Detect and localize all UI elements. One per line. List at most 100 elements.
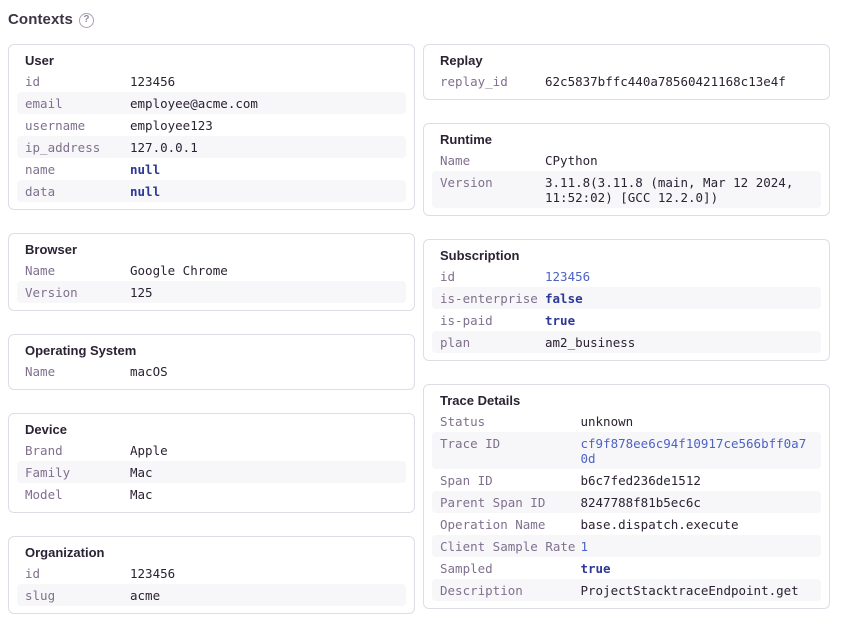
context-row: namenull <box>17 158 406 180</box>
context-key: Parent Span ID <box>432 491 580 513</box>
card-title: User <box>17 52 406 69</box>
context-value: null <box>130 158 406 180</box>
context-card-operating-system: Operating System NamemacOS <box>8 334 415 390</box>
help-icon[interactable]: ? <box>79 13 94 28</box>
context-key: Status <box>432 410 580 432</box>
card-title: Runtime <box>432 131 821 148</box>
context-card-replay: Replay replay_id62c5837bffc440a785604211… <box>423 44 830 100</box>
context-key: Client Sample Rate <box>432 535 580 557</box>
context-card-runtime: Runtime NameCPythonVersion3.11.8(3.11.8 … <box>423 123 830 216</box>
context-key: Span ID <box>432 469 580 491</box>
context-value: Mac <box>130 483 406 505</box>
context-value: 1 <box>580 535 821 557</box>
context-key: Model <box>17 483 130 505</box>
column-right: Replay replay_id62c5837bffc440a785604211… <box>423 44 830 609</box>
context-value: 125 <box>130 281 406 303</box>
context-table: id123456slugacme <box>17 562 406 606</box>
context-card-browser: Browser NameGoogle ChromeVersion125 <box>8 233 415 311</box>
context-row: BrandApple <box>17 439 406 461</box>
context-value: 123456 <box>130 70 406 92</box>
context-key: Operation Name <box>432 513 580 535</box>
context-table: replay_id62c5837bffc440a78560421168c13e4… <box>432 70 821 92</box>
section-header: Contexts ? <box>8 11 830 29</box>
context-row: is-paidtrue <box>432 309 821 331</box>
context-value: ProjectStacktraceEndpoint.get <box>580 579 821 601</box>
context-table: StatusunknownTrace IDcf9f878ee6c94f10917… <box>432 410 821 601</box>
context-row: ip_address127.0.0.1 <box>17 136 406 158</box>
context-key: name <box>17 158 130 180</box>
context-row: id123456 <box>17 562 406 584</box>
contexts-section: Contexts ? User id123456emailemployee@ac… <box>0 0 844 617</box>
context-row: slugacme <box>17 584 406 606</box>
context-value: employee@acme.com <box>130 92 406 114</box>
context-value: false <box>545 287 821 309</box>
context-row: Client Sample Rate1 <box>432 535 821 557</box>
column-left: User id123456emailemployee@acme.comusern… <box>8 44 415 614</box>
card-title: Device <box>17 421 406 438</box>
context-row: usernameemployee123 <box>17 114 406 136</box>
context-table: BrandAppleFamilyMacModelMac <box>17 439 406 505</box>
card-title: Trace Details <box>432 392 821 409</box>
context-card-subscription: Subscription id123456is-enterprisefalsei… <box>423 239 830 361</box>
context-value: acme <box>130 584 406 606</box>
context-row: id123456 <box>17 70 406 92</box>
context-key: Name <box>17 360 130 382</box>
context-card-organization: Organization id123456slugacme <box>8 536 415 614</box>
context-value: unknown <box>580 410 821 432</box>
context-card-user: User id123456emailemployee@acme.comusern… <box>8 44 415 210</box>
context-row: NamemacOS <box>17 360 406 382</box>
context-value: 62c5837bffc440a78560421168c13e4f <box>545 70 821 92</box>
context-value: 123456 <box>545 265 821 287</box>
context-row: Span IDb6c7fed236de1512 <box>432 469 821 491</box>
context-row: Sampledtrue <box>432 557 821 579</box>
context-row: Version3.11.8(3.11.8 (main, Mar 12 2024,… <box>432 171 821 208</box>
context-value: base.dispatch.execute <box>580 513 821 535</box>
context-key: is-paid <box>432 309 545 331</box>
context-key: username <box>17 114 130 136</box>
context-value: Apple <box>130 439 406 461</box>
context-cards-grid: User id123456emailemployee@acme.comusern… <box>8 44 830 614</box>
context-value: b6c7fed236de1512 <box>580 469 821 491</box>
context-row: ModelMac <box>17 483 406 505</box>
context-row: NameGoogle Chrome <box>17 259 406 281</box>
context-key: id <box>432 265 545 287</box>
context-value: employee123 <box>130 114 406 136</box>
context-value-link[interactable]: cf9f878ee6c94f10917ce566bff0a70d <box>580 432 821 469</box>
context-table: id123456is-enterprisefalseis-paidtruepla… <box>432 265 821 353</box>
context-row: replay_id62c5837bffc440a78560421168c13e4… <box>432 70 821 92</box>
context-value: 8247788f81b5ec6c <box>580 491 821 513</box>
card-title: Browser <box>17 241 406 258</box>
context-value: 127.0.0.1 <box>130 136 406 158</box>
context-key: Family <box>17 461 130 483</box>
context-row: id123456 <box>432 265 821 287</box>
context-row: DescriptionProjectStacktraceEndpoint.get <box>432 579 821 601</box>
context-key: id <box>17 70 130 92</box>
context-key: Trace ID <box>432 432 580 469</box>
context-value: macOS <box>130 360 406 382</box>
context-table: NameCPythonVersion3.11.8(3.11.8 (main, M… <box>432 149 821 208</box>
context-key: ip_address <box>17 136 130 158</box>
card-title: Operating System <box>17 342 406 359</box>
context-row: datanull <box>17 180 406 202</box>
context-key: replay_id <box>432 70 545 92</box>
card-title: Replay <box>432 52 821 69</box>
context-row: planam2_business <box>432 331 821 353</box>
context-value: CPython <box>545 149 821 171</box>
context-key: id <box>17 562 130 584</box>
context-row: Statusunknown <box>432 410 821 432</box>
context-card-device: Device BrandAppleFamilyMacModelMac <box>8 413 415 513</box>
context-key: is-enterprise <box>432 287 545 309</box>
context-value: null <box>130 180 406 202</box>
context-row: Operation Namebase.dispatch.execute <box>432 513 821 535</box>
context-row: NameCPython <box>432 149 821 171</box>
context-row: Version125 <box>17 281 406 303</box>
context-table: NameGoogle ChromeVersion125 <box>17 259 406 303</box>
context-row: emailemployee@acme.com <box>17 92 406 114</box>
context-key: plan <box>432 331 545 353</box>
context-key: data <box>17 180 130 202</box>
context-row: Trace IDcf9f878ee6c94f10917ce566bff0a70d <box>432 432 821 469</box>
context-card-trace-details: Trace Details StatusunknownTrace IDcf9f8… <box>423 384 830 609</box>
context-value: 123456 <box>130 562 406 584</box>
context-key: Description <box>432 579 580 601</box>
context-table: id123456emailemployee@acme.comusernameem… <box>17 70 406 202</box>
